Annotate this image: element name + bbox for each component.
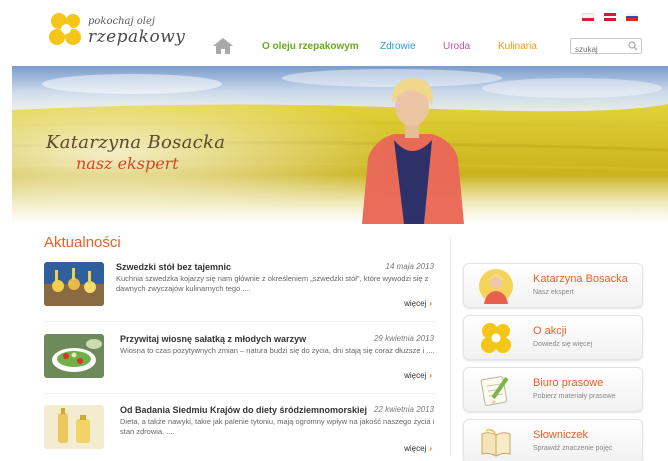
news-heading: Aktualności	[44, 234, 121, 251]
read-more-label: więcej	[404, 299, 427, 308]
card-slowniczek[interactable]: Słowniczek Sprawdź znaczenie pojęć	[463, 419, 643, 461]
news-date: 29 kwietnia 2013	[373, 334, 434, 343]
hero-subtitle: nasz ekspert	[76, 154, 179, 173]
card-title: Biuro prasowe	[533, 377, 604, 389]
news-date: 14 maja 2013	[385, 262, 434, 271]
card-biuro-prasowe[interactable]: Biuro prasowe Pobierz materiały prasowe	[463, 367, 643, 412]
card-o-akcji[interactable]: O akcji Dowiedz się więcej	[463, 315, 643, 360]
news-item: Od Badania Siedmiu Krajów do diety śródz…	[44, 405, 436, 461]
news-separator	[44, 393, 436, 394]
news-excerpt: Dieta, a także nawyki, takie jak palenie…	[120, 417, 435, 436]
read-more-label: więcej	[404, 444, 427, 453]
flower-logo-icon	[49, 13, 81, 45]
card-title: O akcji	[533, 325, 567, 337]
site-logo[interactable]: pokochaj olej rzepakowy	[46, 10, 186, 52]
pl-flag[interactable]	[582, 13, 594, 21]
chevron-right-icon: ›	[429, 371, 432, 380]
logo-line2: rzepakowy	[88, 27, 186, 47]
card-subtitle: Sprawdź znaczenie pojęć	[533, 445, 613, 452]
column-divider	[450, 236, 451, 456]
card-subtitle: Dowiedz się więcej	[533, 341, 593, 348]
news-item: Przywitaj wiosnę sałatką z młodych warzy…	[44, 334, 436, 398]
notepad-pencil-icon	[480, 376, 509, 406]
search-input[interactable]	[571, 42, 625, 57]
logo-line1: pokochaj olej	[88, 16, 156, 27]
nav-item-uroda[interactable]: Uroda	[443, 41, 470, 52]
header: pokochaj olej rzepakowy O oleju rzepakow…	[0, 0, 668, 66]
nav-item-oleju[interactable]: O oleju rzepakowym	[262, 41, 359, 52]
nav-item-zdrowie[interactable]: Zdrowie	[380, 41, 416, 52]
flower-logo-icon	[481, 323, 511, 353]
ru-flag[interactable]	[626, 13, 638, 22]
search-icon[interactable]	[628, 41, 638, 51]
hero-banner: Katarzyna Bosacka nasz ekspert	[12, 66, 668, 224]
news-thumbnail[interactable]	[44, 334, 104, 378]
read-more-link[interactable]: więcej ›	[404, 299, 432, 308]
news-excerpt: Kuchnia szwedzka kojarzy się nam głównie…	[116, 274, 429, 293]
open-book-icon	[481, 428, 511, 457]
read-more-link[interactable]: więcej ›	[404, 444, 432, 453]
en-flag[interactable]	[604, 13, 616, 22]
card-expert[interactable]: Katarzyna Bosacka Nasz ekspert	[463, 263, 643, 308]
expert-portrait-icon	[479, 269, 513, 304]
nav-item-kulinaria[interactable]: Kulinaria	[498, 41, 537, 52]
news-separator	[44, 321, 436, 322]
card-subtitle: Pobierz materiały prasowe	[533, 393, 616, 400]
hero-title: Katarzyna Bosacka	[46, 132, 226, 153]
card-title: Katarzyna Bosacka	[533, 273, 628, 285]
read-more-link[interactable]: więcej ›	[404, 371, 432, 380]
news-thumbnail[interactable]	[44, 262, 104, 306]
language-switcher	[582, 13, 638, 22]
news-thumbnail[interactable]	[44, 405, 104, 449]
home-icon[interactable]	[212, 37, 234, 55]
news-item: Szwedzki stół bez tajemnic 14 maja 2013 …	[44, 262, 436, 326]
chevron-right-icon: ›	[429, 444, 432, 453]
chevron-right-icon: ›	[429, 299, 432, 308]
card-title: Słowniczek	[533, 429, 589, 441]
card-subtitle: Nasz ekspert	[533, 289, 574, 296]
search-box	[570, 38, 642, 57]
news-title[interactable]: Szwedzki stół bez tajemnic	[116, 262, 231, 272]
news-date: 22 kwietnia 2013	[373, 405, 434, 414]
news-title[interactable]: Przywitaj wiosnę sałatką z młodych warzy…	[120, 334, 306, 344]
news-title[interactable]: Od Badania Siedmiu Krajów do diety śródz…	[120, 405, 367, 415]
news-excerpt: Wiosna to czas pozytywnych zmian – natur…	[120, 346, 435, 355]
read-more-label: więcej	[404, 371, 427, 380]
